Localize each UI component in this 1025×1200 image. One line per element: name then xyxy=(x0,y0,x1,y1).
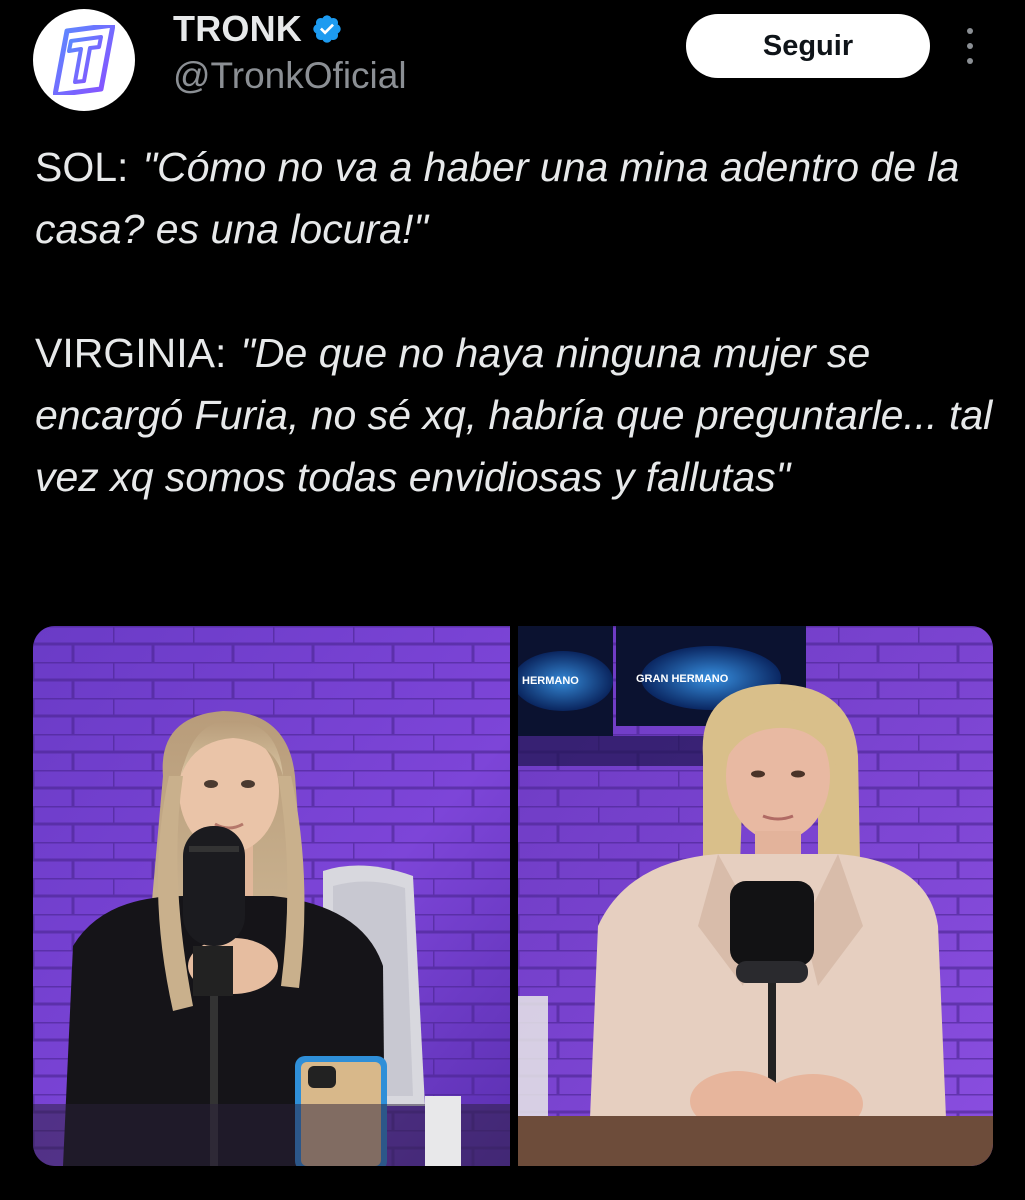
author-handle[interactable]: @TronkOficial xyxy=(173,55,407,97)
tronk-logo-icon xyxy=(53,25,115,95)
photo-left-illustration xyxy=(33,626,510,1166)
media-photo-right[interactable]: HERMANO GRAN HERMANO xyxy=(518,626,993,1166)
screen-text-left: HERMANO xyxy=(522,675,579,687)
photo-right-illustration: HERMANO GRAN HERMANO xyxy=(518,626,993,1166)
tweet-card: TRONK @TronkOficial Seguir SOL: "Cómo no … xyxy=(0,0,1025,1200)
more-options-icon[interactable] xyxy=(955,24,985,68)
tweet-media[interactable]: HERMANO GRAN HERMANO xyxy=(33,626,993,1166)
media-photo-left[interactable] xyxy=(33,626,510,1166)
speaker-label: SOL: xyxy=(35,144,129,190)
tweet-text: SOL: "Cómo no va a haber una mina adentro… xyxy=(35,136,995,508)
display-name[interactable]: TRONK xyxy=(173,8,302,50)
tweet-paragraph-sol: SOL: "Cómo no va a haber una mina adentro… xyxy=(35,136,995,260)
author-name-row: TRONK xyxy=(173,8,343,50)
screen-text-right: GRAN HERMANO xyxy=(636,673,729,685)
speaker-label: VIRGINIA: xyxy=(35,330,227,376)
follow-button[interactable]: Seguir xyxy=(686,14,930,78)
quote-text: "Cómo no va a haber una mina adentro de … xyxy=(35,144,960,252)
verified-badge-icon xyxy=(313,15,341,43)
avatar[interactable] xyxy=(33,9,135,111)
tweet-paragraph-virginia: VIRGINIA: "De que no haya ninguna mujer s… xyxy=(35,322,995,508)
